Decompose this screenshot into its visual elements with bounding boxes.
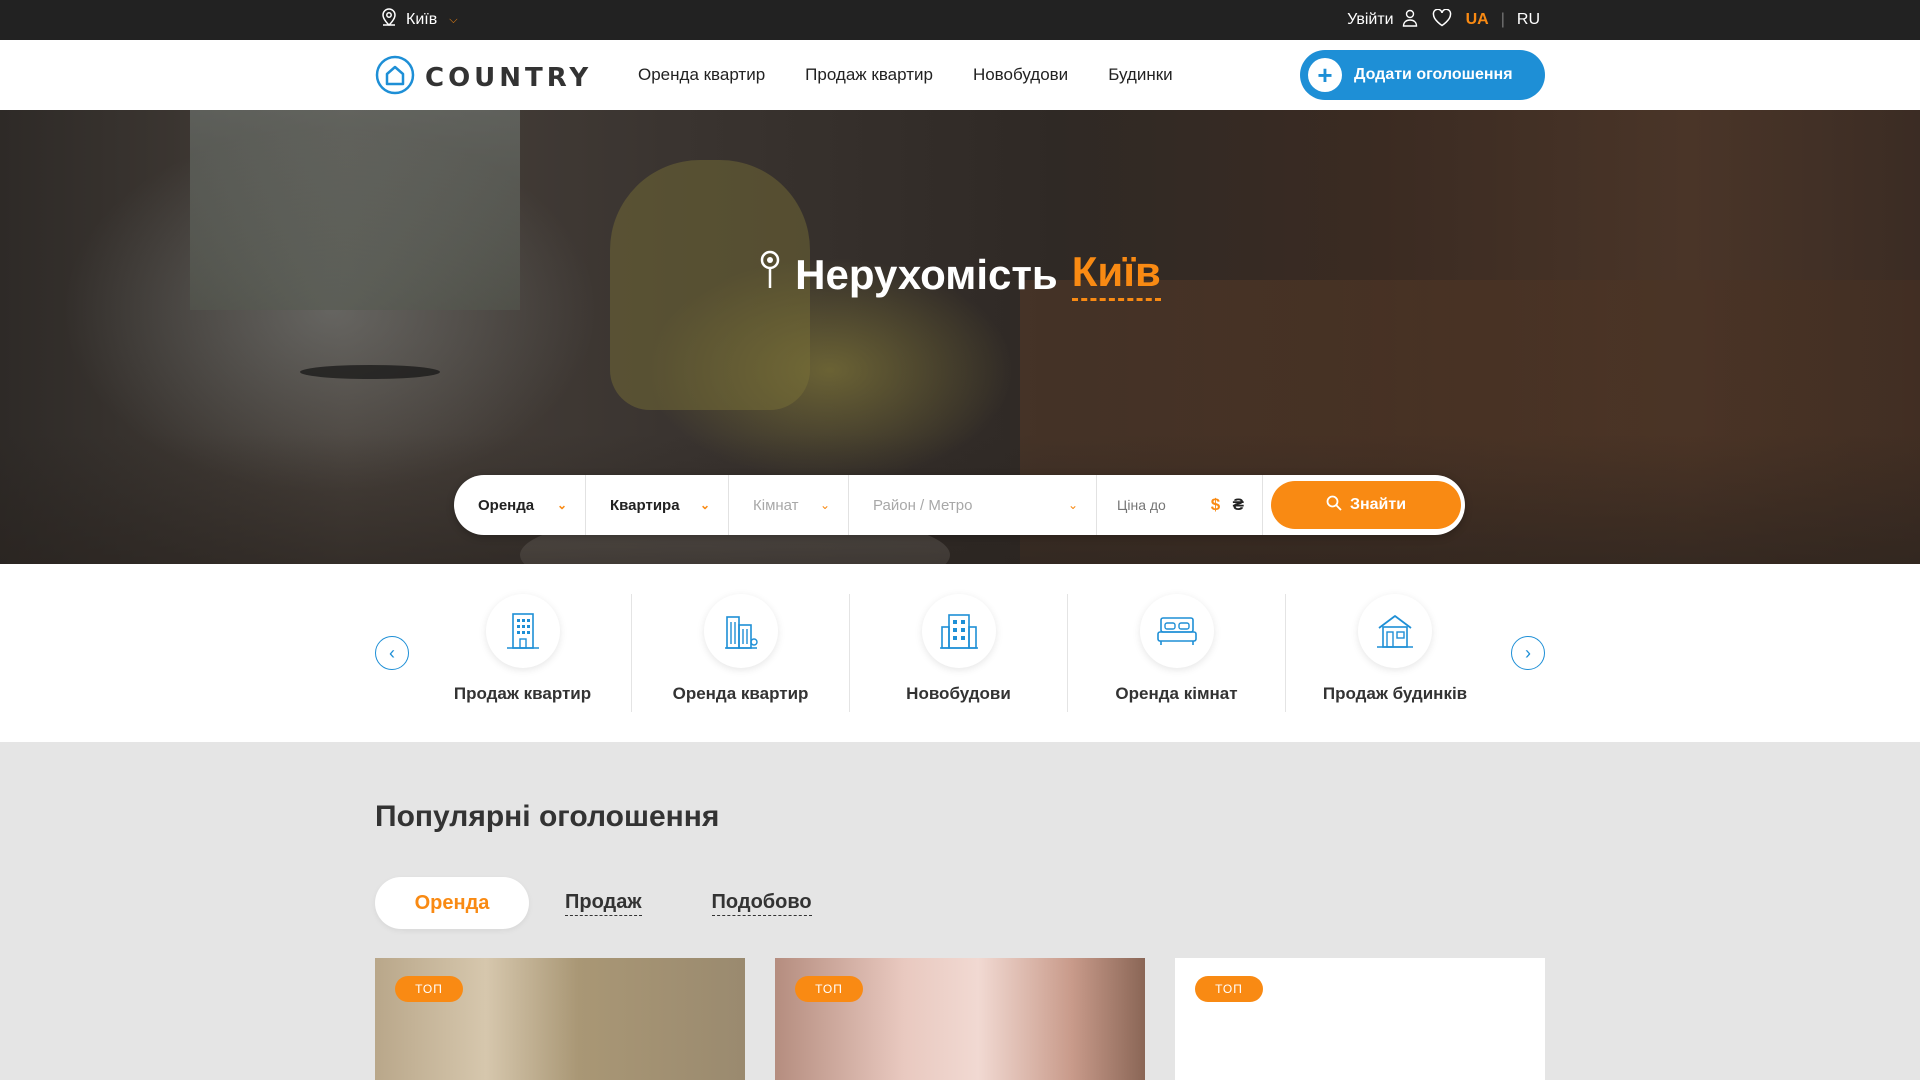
search-icon	[1326, 495, 1342, 516]
logo-house-icon	[375, 55, 415, 100]
property-type-select[interactable]: Квартира ⌄	[586, 475, 729, 535]
popular-tabs: Оренда Продаж Подобово	[375, 877, 812, 929]
top-badge: ТОП	[1195, 976, 1263, 1002]
category-list: Продаж квартир Оренда квартир Новобудови…	[414, 594, 1504, 712]
chevron-down-icon: ⌄	[556, 498, 567, 512]
top-bar: Київ ⌵ Увійти UA | RU	[0, 0, 1920, 40]
chevron-left-icon: ‹	[389, 642, 395, 663]
category-label: Продаж квартир	[453, 684, 592, 703]
hero-title: Нерухомість Київ	[0, 248, 1920, 301]
deal-type-select[interactable]: Оренда ⌄	[454, 475, 586, 535]
favorites-link[interactable]	[1432, 8, 1452, 32]
category-label: Оренда кімнат	[1115, 684, 1238, 703]
bed-icon	[1139, 594, 1214, 668]
district-metro-select[interactable]: Район / Метро ⌄	[849, 475, 1097, 535]
listing-card[interactable]: ТОП	[1175, 958, 1545, 1080]
top-badge: ТОП	[795, 976, 863, 1002]
currency-uah-toggle[interactable]: ₴	[1233, 495, 1244, 514]
property-type-value: Квартира	[610, 496, 680, 514]
plus-icon: +	[1308, 58, 1342, 92]
tab-rent[interactable]: Оренда	[375, 877, 529, 929]
nav-sale-apartments[interactable]: Продаж квартир	[805, 65, 933, 85]
login-link[interactable]: Увійти	[1347, 9, 1418, 32]
chevron-right-icon: ›	[1525, 642, 1531, 663]
nav-houses[interactable]: Будинки	[1108, 65, 1172, 85]
category-item[interactable]: Оренда кімнат	[1068, 594, 1286, 712]
category-item[interactable]: Продаж будинків	[1286, 594, 1504, 712]
city-selector[interactable]: Київ ⌵	[380, 0, 458, 40]
price-input[interactable]	[1117, 497, 1197, 513]
logo-text: COUNTRY	[425, 62, 593, 93]
rooms-select[interactable]: Кімнат ⌄	[729, 475, 849, 535]
search-bar: Оренда ⌄ Квартира ⌄ Кімнат ⌄ Район / Мет…	[454, 475, 1465, 535]
lang-separator: |	[1500, 11, 1505, 28]
login-label: Увійти	[1347, 11, 1394, 28]
user-icon	[1402, 9, 1418, 32]
heart-icon	[1432, 8, 1452, 32]
add-listing-button[interactable]: + Додати оголошення	[1300, 50, 1545, 100]
lang-ru-link[interactable]: RU	[1517, 11, 1540, 29]
category-item[interactable]: Новобудови	[850, 594, 1068, 712]
chevron-down-icon: ⌄	[699, 498, 710, 512]
category-item[interactable]: Оренда квартир	[632, 594, 850, 712]
house-icon	[1358, 594, 1432, 668]
new-building-icon	[921, 594, 996, 668]
location-pin-icon	[380, 7, 398, 33]
price-field: $ ₴	[1097, 475, 1263, 535]
listing-card[interactable]: ТОП	[775, 958, 1145, 1080]
category-label: Продаж будинків	[1322, 684, 1468, 703]
popular-section-title: Популярні оголошення	[375, 800, 720, 833]
chevron-down-icon: ⌄	[819, 498, 830, 512]
search-button-label: Знайти	[1349, 496, 1407, 513]
tab-daily[interactable]: Подобово	[711, 891, 812, 916]
city-label: Київ	[406, 11, 438, 28]
hero-banner: Нерухомість Київ Оренда ⌄ Квартира ⌄ Кім…	[0, 110, 1920, 564]
category-item[interactable]: Продаж квартир	[414, 594, 632, 712]
add-listing-label: Додати оголошення	[1354, 66, 1513, 83]
category-label: Оренда квартир	[672, 684, 809, 703]
category-label: Новобудови	[906, 684, 1011, 703]
hero-title-text: Нерухомість	[795, 250, 1058, 298]
tab-sale[interactable]: Продаж	[565, 891, 642, 916]
hero-background-table	[300, 365, 440, 379]
city-buildings-icon	[703, 594, 778, 668]
map-pin-icon	[759, 250, 781, 300]
top-badge: ТОП	[395, 976, 463, 1002]
apartment-building-icon	[485, 594, 560, 668]
logo[interactable]: COUNTRY	[375, 55, 592, 100]
chevron-down-icon: ⌵	[449, 13, 458, 26]
deal-type-value: Оренда	[478, 496, 535, 514]
category-carousel: ‹ Продаж квартир Оренда квартир Новобудо…	[0, 564, 1920, 742]
carousel-prev-button[interactable]: ‹	[375, 636, 409, 670]
main-nav: Оренда квартир Продаж квартир Новобудови…	[638, 40, 1173, 110]
chevron-down-icon: ⌄	[1067, 498, 1078, 512]
carousel-next-button[interactable]: ›	[1511, 636, 1545, 670]
search-button[interactable]: Знайти	[1271, 481, 1461, 529]
rooms-placeholder: Кімнат	[753, 496, 799, 514]
lang-ua-link[interactable]: UA	[1466, 11, 1489, 29]
listing-card[interactable]: ТОП	[375, 958, 745, 1080]
listing-cards: ТОП ТОП ТОП	[375, 958, 1545, 1080]
nav-new-buildings[interactable]: Новобудови	[973, 65, 1068, 85]
currency-usd-toggle[interactable]: $	[1211, 495, 1220, 514]
district-placeholder: Район / Метро	[873, 496, 973, 514]
hero-city-link[interactable]: Київ	[1071, 248, 1161, 301]
nav-rent-apartments[interactable]: Оренда квартир	[638, 65, 765, 85]
main-header: COUNTRY Оренда квартир Продаж квартир Но…	[0, 40, 1920, 110]
